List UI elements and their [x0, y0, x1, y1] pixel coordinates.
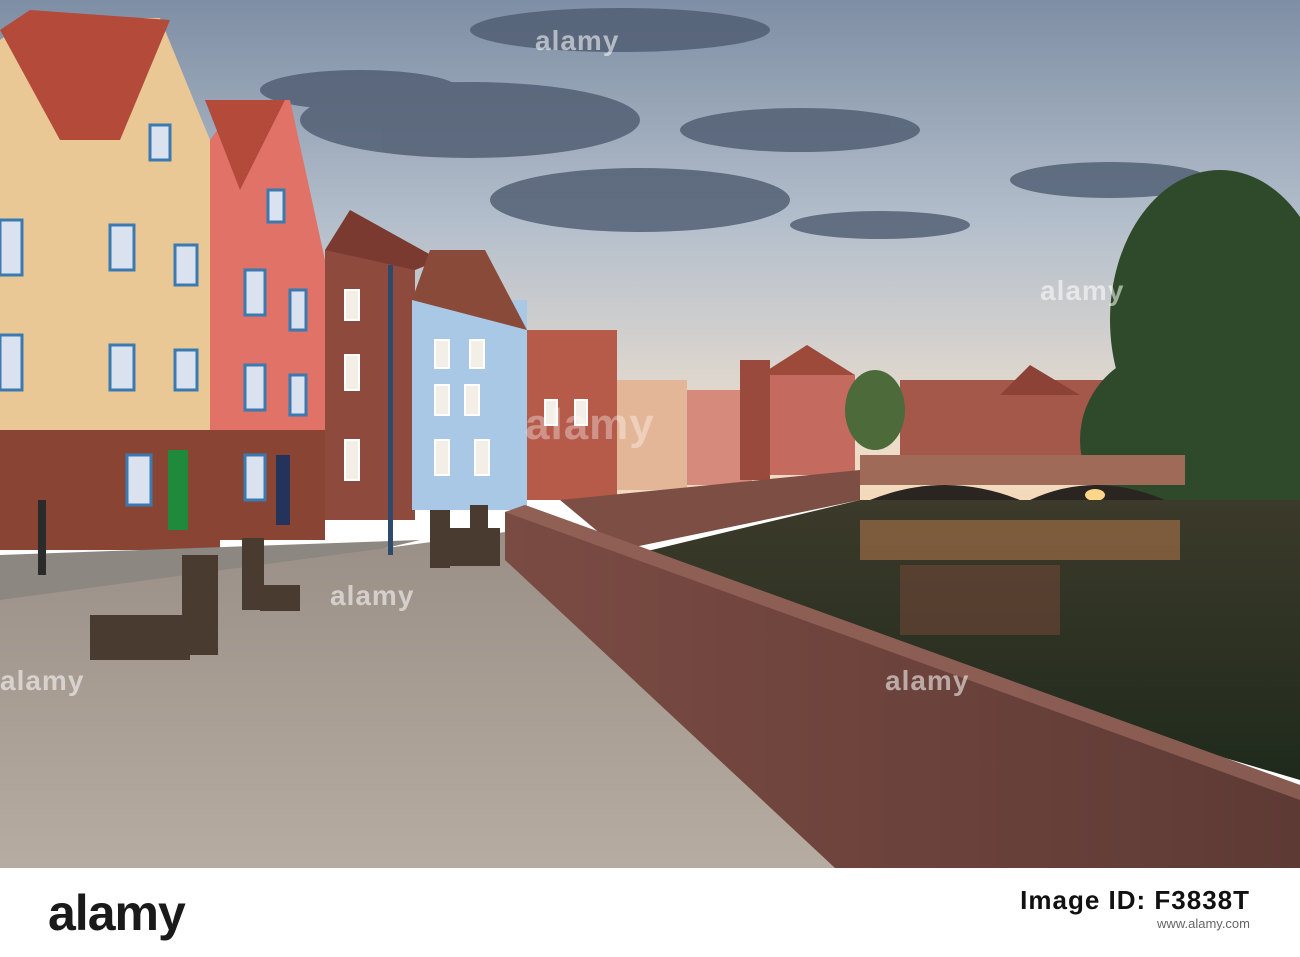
green-door — [168, 450, 188, 530]
watermark: alamy — [0, 665, 85, 696]
watermark: alamy — [525, 400, 655, 449]
pub-building — [760, 375, 855, 475]
image-ident: Image ID: F3838T www.alamy.com — [1010, 885, 1250, 931]
watermark: alamy — [535, 25, 620, 56]
site-url[interactable]: www.alamy.com — [1010, 916, 1250, 931]
alamy-logo[interactable]: alamy — [48, 884, 186, 942]
image-id: Image ID: F3838T — [1020, 885, 1250, 915]
watermark: alamy — [885, 665, 970, 696]
footer-bar: alamy Image ID: F3838T www.alamy.com — [0, 868, 1300, 957]
lamp-post — [388, 265, 393, 555]
street-bollard — [38, 500, 46, 575]
watermark: alamy — [1040, 275, 1125, 306]
photograph: alamy alamy alamy alamy alamy alamy — [0, 0, 1300, 868]
watermark: alamy — [330, 580, 415, 611]
